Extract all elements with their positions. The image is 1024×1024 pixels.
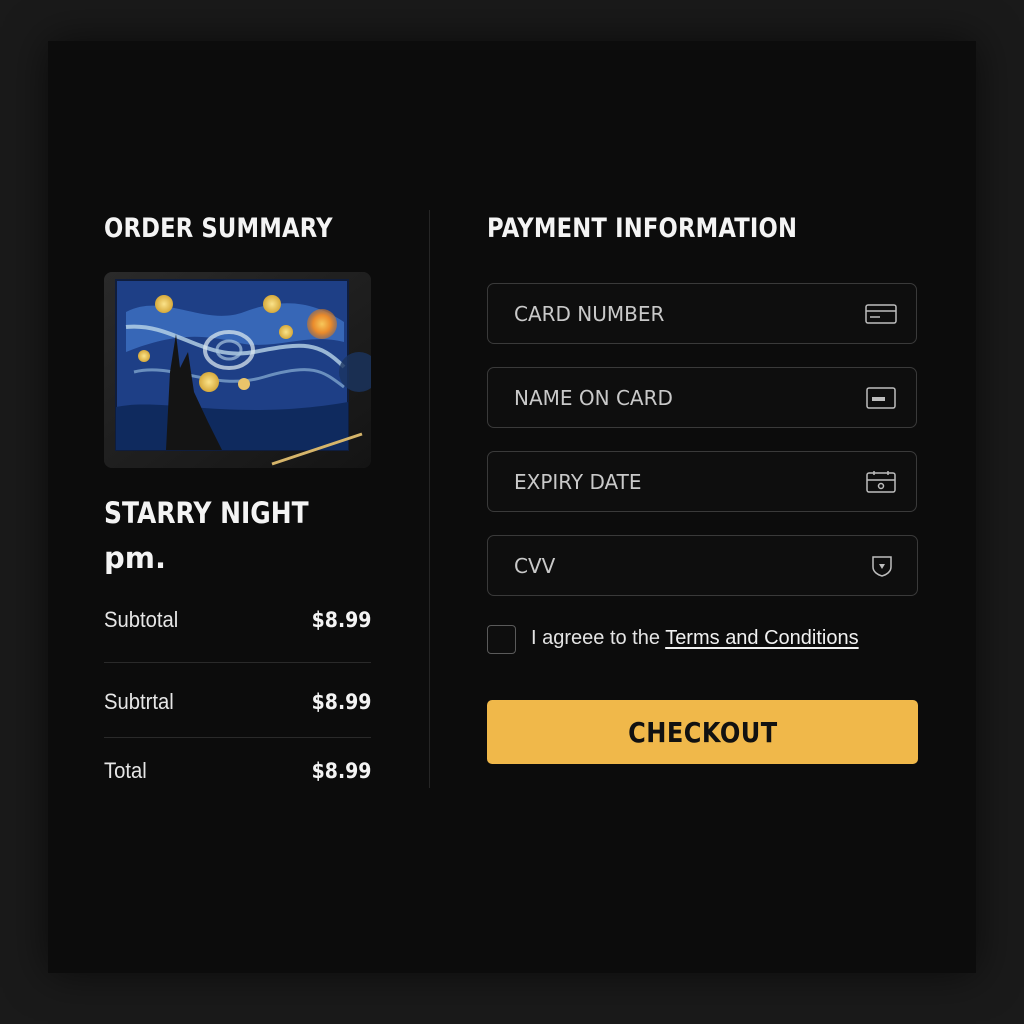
card-name-icon <box>866 386 896 409</box>
summary-divider <box>104 737 371 738</box>
expiry-date-input[interactable] <box>488 452 848 511</box>
summary-row-value: $8.99 <box>311 759 371 783</box>
column-divider <box>429 210 430 788</box>
credit-card-icon <box>865 303 897 324</box>
name-on-card-input[interactable] <box>488 368 848 427</box>
terms-link[interactable]: Terms and Conditions <box>665 627 858 649</box>
product-name: STARRY NIGHT <box>104 496 309 530</box>
card-number-field <box>487 283 917 344</box>
summary-row-total: Total $8.99 <box>104 756 371 786</box>
terms-agreement-text: I agreee to the <box>531 627 666 649</box>
summary-row-label: Subtrtal <box>104 689 174 714</box>
expiry-date-field <box>487 451 917 512</box>
calendar-card-icon <box>866 470 896 493</box>
shield-icon <box>872 555 892 577</box>
summary-row-label: Subtotal <box>104 607 179 632</box>
card-number-input[interactable] <box>488 284 848 343</box>
terms-checkbox[interactable] <box>487 625 516 654</box>
summary-row-subtrtal: Subtrtal $8.99 <box>104 687 371 717</box>
summary-row-value: $8.99 <box>311 690 371 714</box>
order-summary-title: ORDER SUMMARY <box>104 213 333 244</box>
cvv-field <box>487 535 918 596</box>
summary-row-value: $8.99 <box>311 608 371 632</box>
name-on-card-field <box>487 367 917 428</box>
terms-agreement: I agreee to the Terms and Conditions <box>531 627 859 650</box>
product-subtitle: pm. <box>104 541 166 575</box>
checkout-button-label: CHECKOUT <box>627 715 778 749</box>
product-image <box>104 272 371 468</box>
checkout-button[interactable]: CHECKOUT <box>487 700 918 764</box>
summary-row-subtotal: Subtotal $8.99 <box>104 605 371 635</box>
cvv-input[interactable] <box>488 536 848 595</box>
summary-divider <box>104 662 371 663</box>
payment-information-title: PAYMENT INFORMATION <box>487 213 798 244</box>
summary-row-label: Total <box>104 758 147 783</box>
